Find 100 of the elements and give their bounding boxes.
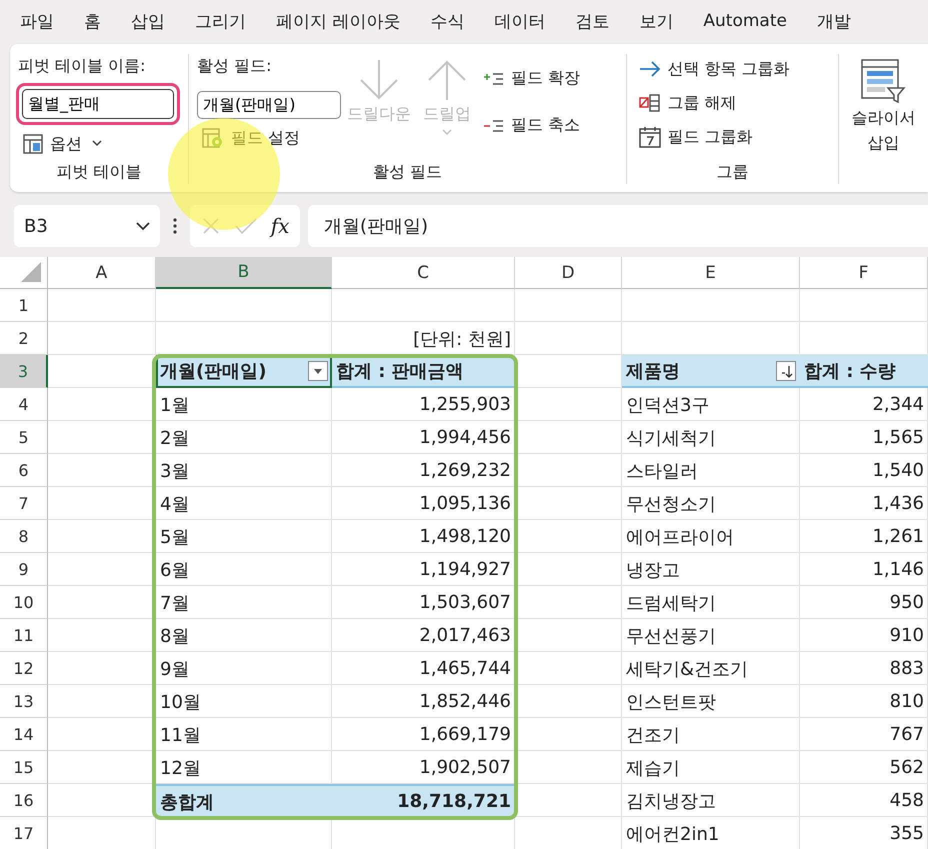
table-cell-text: 1,565 [871,426,925,450]
field-label: 피벗 테이블 이름: [18,55,147,77]
row-header[interactable]: 8 [0,520,48,553]
row-header[interactable]: 1 [0,289,48,322]
table-cell-text: 1,436 [871,492,925,516]
table-cell-text: 1,261 [871,525,925,549]
table-cell-text: 무선청소기 [625,492,717,516]
total-cell: 18,718,721 [332,784,515,817]
table-cell-text: 883 [888,657,925,681]
row-header[interactable]: 14 [0,718,48,751]
table-cell-text: 2,017,463 [418,624,512,648]
table-cell-text: 1,146 [871,558,925,582]
table-cell-text: 458 [888,789,925,813]
menu-tab[interactable]: 검토 [575,10,610,32]
menu-tab[interactable]: 페이지 레이아웃 [276,10,400,32]
table-cell-text: 910 [888,624,925,648]
table-cell-text: 12월 [159,756,202,780]
row-header[interactable]: 16 [0,784,48,817]
menu-tab[interactable]: 홈 [84,10,101,32]
table-cell-text: 1월 [159,394,190,418]
table-cell-text: 1,503,607 [418,591,512,615]
table-cell-text: 5월 [159,526,190,550]
table-cell-text: 에어컨2in1 [625,822,720,846]
table-gear-icon [201,127,225,149]
filter-button[interactable] [308,360,328,380]
menu-tab[interactable]: 데이터 [494,10,546,32]
menu-tab[interactable]: 삽입 [131,10,165,32]
row-header[interactable]: 6 [0,454,48,487]
menu-tab[interactable]: 그리기 [195,10,246,32]
table-cell-text: 562 [888,756,925,780]
row-header[interactable]: 10 [0,586,48,619]
insert-slicer-button[interactable]: 슬라이서 삽입 [849,54,918,158]
column-header[interactable]: A [48,257,156,289]
table-cell-text: 1,994,456 [418,426,512,450]
table-cell-text: 767 [888,723,925,747]
options-button[interactable]: 옵션 [18,131,180,157]
sort-icon [779,364,793,378]
table-cell-text: 1,255,903 [418,393,512,417]
table-cell-text: 4월 [159,492,190,516]
row-header[interactable]: 12 [0,652,48,685]
table-cell-text: 1,269,232 [418,459,512,483]
table-cell-text: 인덕션3구 [625,394,710,418]
column-header[interactable]: C [332,257,515,289]
table-cell-text: [단위: 천원] [412,328,512,352]
table-cell-text: 1,194,927 [418,558,512,582]
pivot-header-cell[interactable]: 제품명 [622,355,800,388]
ribbon-button[interactable]: 필드 그룹화 [635,124,794,150]
menu-tab[interactable]: 개발 [816,10,851,32]
group-label: 활성 필드 [372,161,444,183]
header-label: 개월(판매일) [160,360,266,382]
chevron-icon [440,127,454,137]
table-cell-text: 1,669,179 [418,723,512,747]
select-all-icon[interactable] [19,260,43,284]
table-cell-text: 9월 [159,658,190,682]
table-cell-text: 7월 [159,592,190,616]
sort-button[interactable] [776,360,796,380]
row-header[interactable]: 9 [0,553,48,586]
name-box[interactable]: B3 [14,205,160,247]
table-cell-text: 10월 [159,690,202,714]
active-field-input[interactable]: 개월(판매일) [197,91,341,119]
column-header[interactable]: F [800,257,928,289]
menu-tab[interactable]: Automate [703,11,787,31]
ribbon-button[interactable]: 선택 항목 그룹화 [635,56,794,82]
table-cell-text: 식기세척기 [625,426,717,450]
table-cell-text: 무선선풍기 [625,624,717,648]
formula-field[interactable]: 개월(판매일) [308,205,928,247]
table-cell-text: 6월 [159,558,190,582]
column-header[interactable]: B [156,257,332,289]
row-header[interactable]: 11 [0,619,48,652]
slicer-icon [860,58,906,104]
row-header[interactable]: 15 [0,751,48,784]
row-header[interactable]: 3 [0,355,48,388]
group-label: 그룹 [715,161,750,183]
pivot-header-cell[interactable]: 개월(판매일) [156,355,332,388]
row-header[interactable]: 17 [0,817,48,849]
collapse-field-button[interactable]: 필드 축소 [479,113,584,138]
table-cell-text: 1,540 [871,459,925,483]
name-field[interactable]: 월별_판매 [22,89,174,119]
table-cell-text: 냉장고 [625,558,681,582]
table-cell-text: 1,852,446 [418,690,512,714]
row-header[interactable]: 13 [0,685,48,718]
menu-tab[interactable]: 수식 [430,10,464,32]
expand-field-button[interactable]: 필드 확장 [479,66,584,91]
pivot-header-cell: 합계 : 판매금액 [332,355,515,388]
ribbon-button[interactable]: 그룹 해제 [635,90,794,116]
calendar-icon [639,126,662,148]
column-header[interactable]: E [622,257,800,289]
column-header[interactable]: D [515,257,622,289]
collapse-icon [483,118,505,134]
table-cell-text: 1,095,136 [418,492,512,516]
table-cell-text: 드럼세탁기 [625,592,717,616]
row-header[interactable]: 5 [0,421,48,454]
table-cell-text: 11월 [159,724,202,748]
menu-tab[interactable]: 파일 [20,10,54,32]
insert-function-button[interactable]: fx [270,214,290,238]
menu-tab[interactable]: 보기 [639,10,674,32]
row-header[interactable]: 7 [0,487,48,520]
field-settings-button[interactable]: 필드 설정 [197,125,341,151]
row-header[interactable]: 4 [0,388,48,421]
table-cell-text: 건조기 [625,724,681,748]
